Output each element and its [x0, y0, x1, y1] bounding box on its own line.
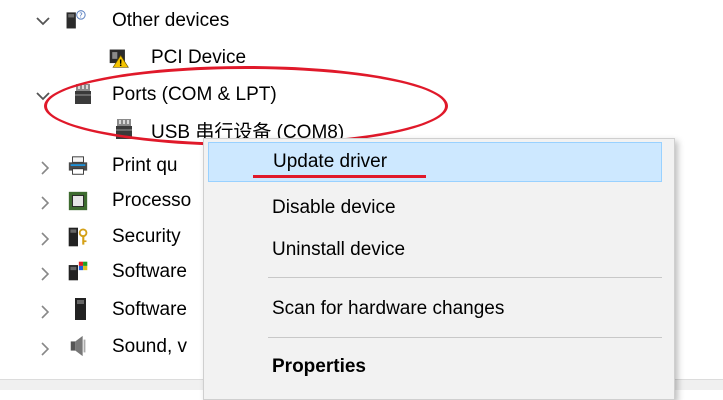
svg-text:!: !	[119, 58, 123, 68]
menu-item-disable-device[interactable]: Disable device	[208, 188, 662, 228]
printer-icon	[67, 154, 89, 178]
tree-item-label: Print qu	[112, 155, 178, 176]
tree-item-label: Processo	[112, 190, 192, 211]
sound-icon	[68, 334, 90, 358]
software-component-icon	[67, 259, 89, 283]
chevron-down-icon[interactable]	[34, 87, 52, 105]
chevron-right-icon[interactable]	[36, 159, 54, 177]
tree-item-label: Ports (COM & LPT)	[112, 84, 277, 105]
menu-item-scan-hardware[interactable]: Scan for hardware changes	[208, 289, 662, 329]
other-devices-icon: ?	[64, 8, 86, 32]
chevron-right-icon[interactable]	[36, 230, 54, 248]
chevron-right-icon[interactable]	[36, 194, 54, 212]
tree-item-label: Sound, v	[112, 336, 187, 357]
chevron-right-icon[interactable]	[36, 340, 54, 358]
port-icon	[113, 117, 135, 141]
software-device-icon	[70, 297, 92, 321]
chevron-down-icon[interactable]	[34, 12, 52, 30]
context-menu: Update driver Disable device Uninstall d…	[203, 138, 675, 400]
menu-item-properties[interactable]: Properties	[208, 347, 662, 387]
tree-item-label: Security	[112, 226, 181, 247]
warning-device-icon: !	[108, 46, 130, 70]
menu-item-update-driver[interactable]: Update driver	[208, 142, 662, 182]
menu-item-uninstall-device[interactable]: Uninstall device	[208, 230, 662, 270]
tree-item-label: Software	[112, 299, 187, 320]
security-device-icon	[67, 225, 89, 249]
port-icon	[72, 82, 94, 106]
chevron-right-icon[interactable]	[36, 303, 54, 321]
svg-text:?: ?	[79, 11, 83, 19]
processor-icon	[67, 189, 89, 213]
tree-item-label: Software	[112, 261, 187, 282]
menu-separator	[268, 277, 662, 278]
tree-item-label: Other devices	[112, 10, 230, 31]
menu-separator	[268, 337, 662, 338]
tree-item-label: PCI Device	[151, 47, 247, 68]
chevron-right-icon[interactable]	[36, 265, 54, 283]
